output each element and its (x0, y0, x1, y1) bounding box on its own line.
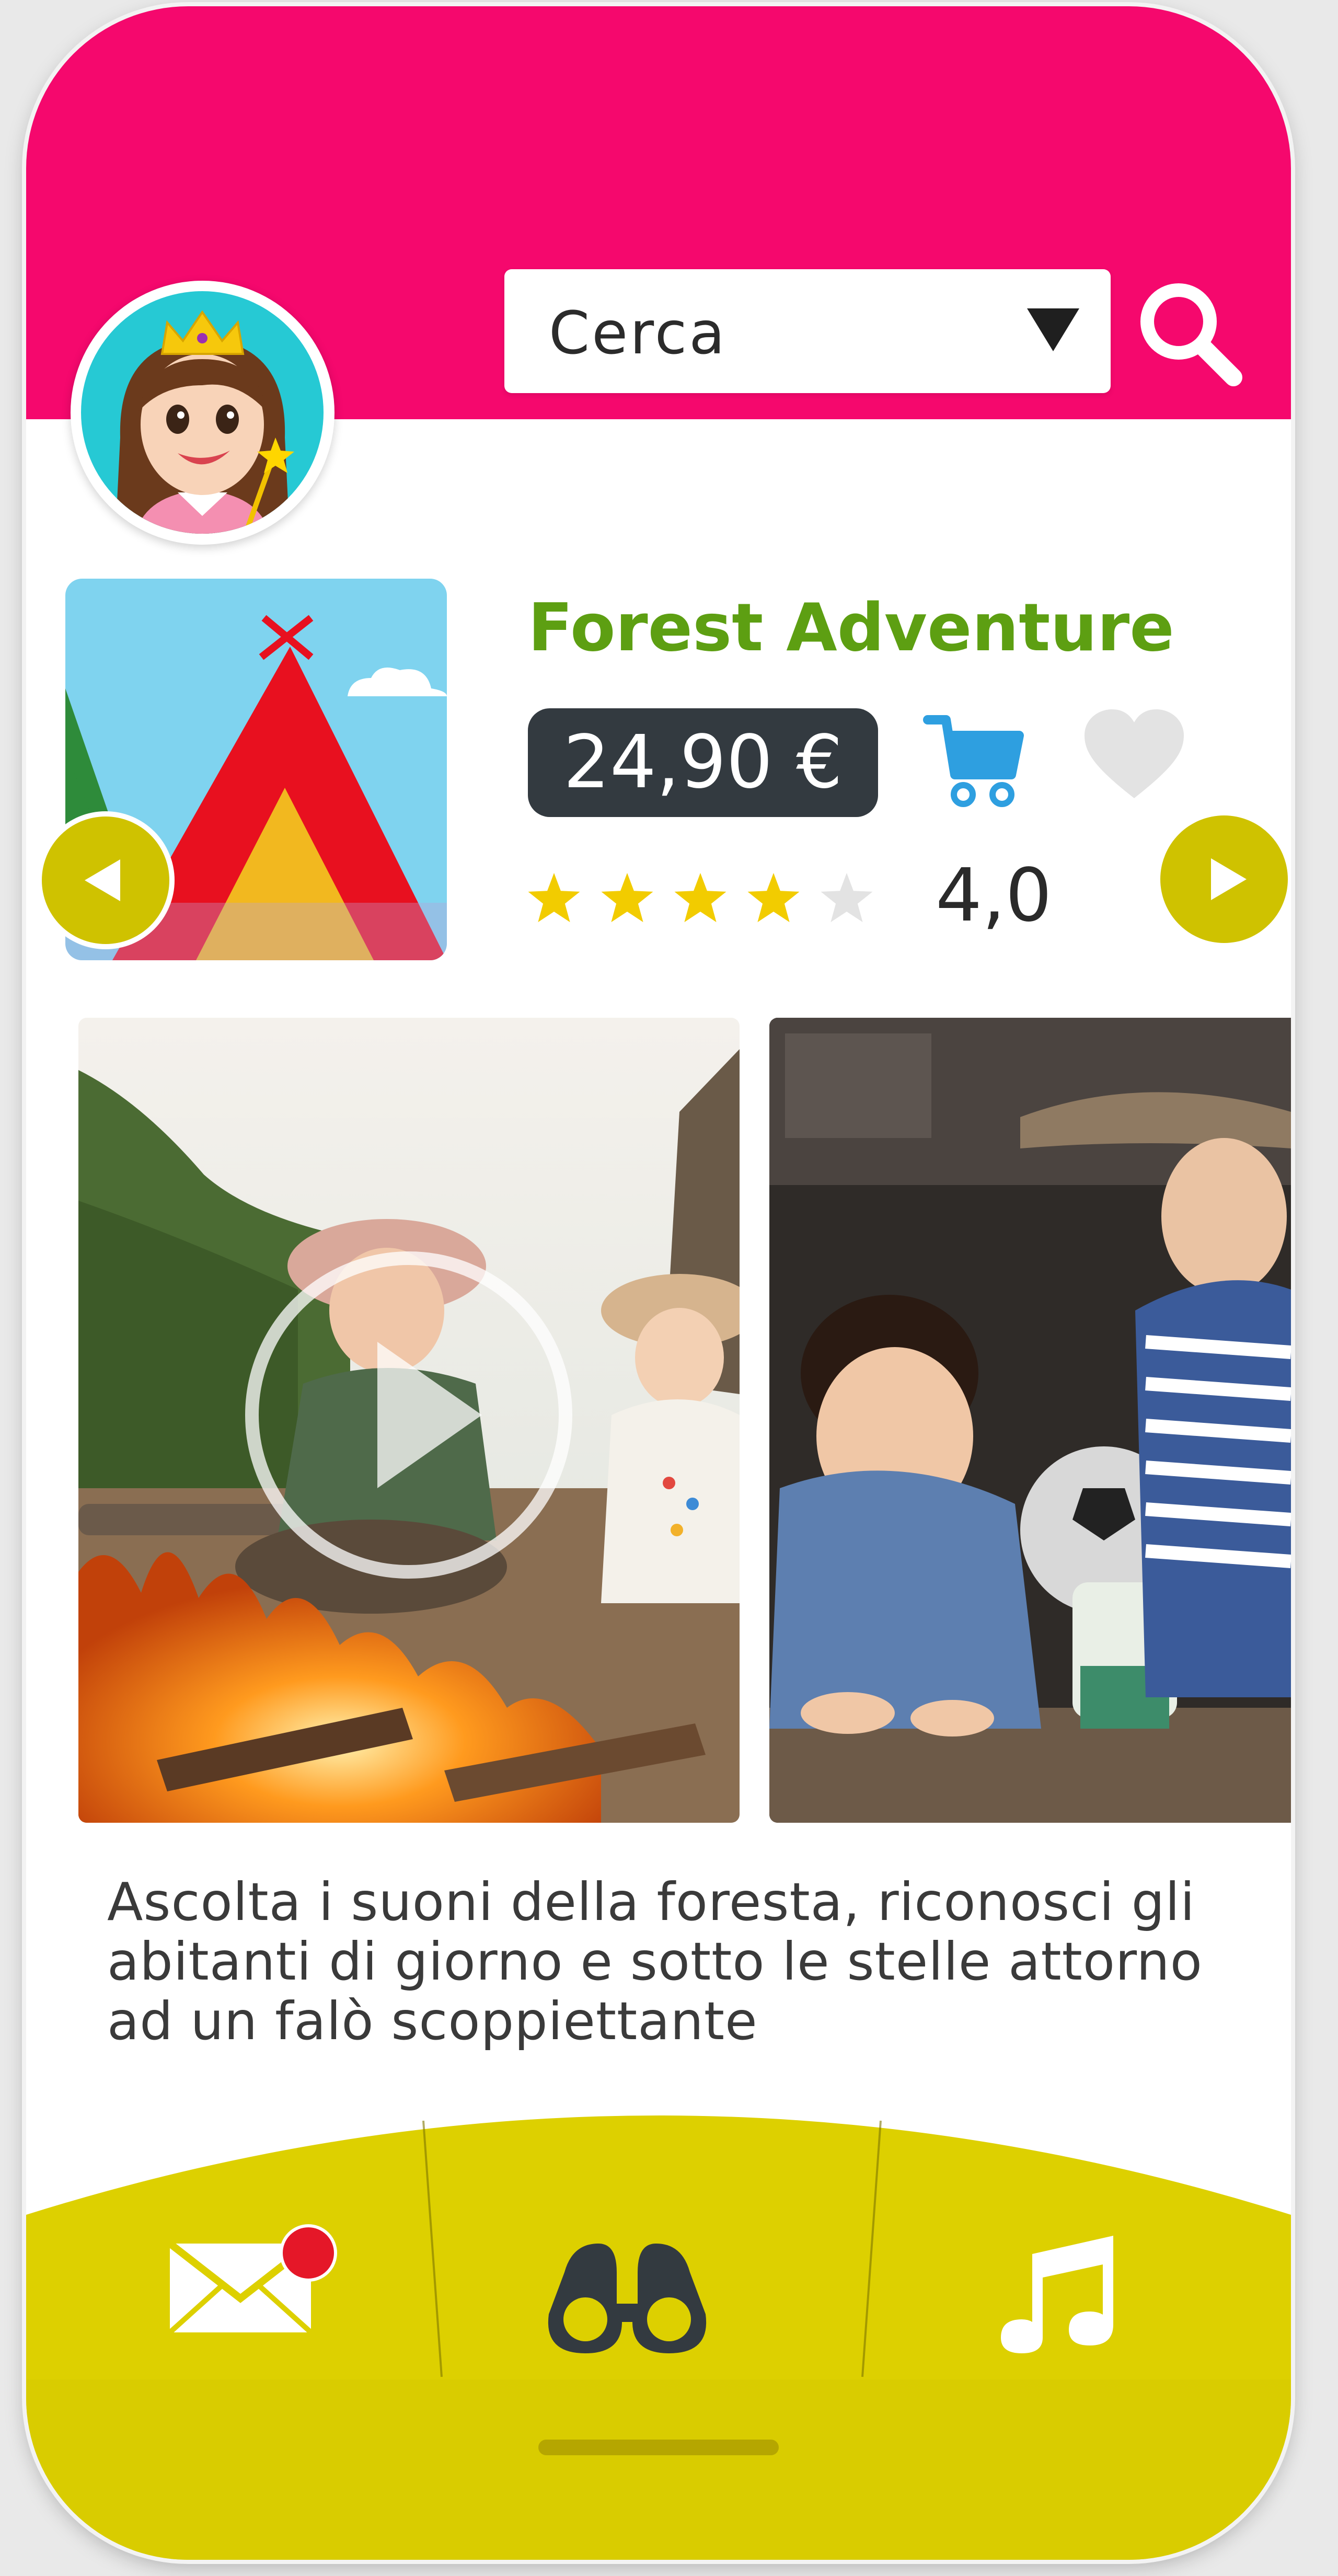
rating-value: 4,0 (936, 853, 1052, 938)
tab-music[interactable] (868, 2100, 1291, 2560)
product-title: Forest Adventure (528, 589, 1174, 666)
search-dropdown[interactable]: Cerca (504, 269, 1111, 393)
music-note-icon (1001, 2236, 1113, 2353)
campfire-photo (78, 1018, 740, 1823)
search-button[interactable] (1132, 275, 1247, 393)
next-button[interactable] (1160, 815, 1288, 943)
gallery-image[interactable] (769, 1018, 1291, 1823)
app-screen: Cerca Forest Adventure 24,90 € 4,0 Ascol… (26, 6, 1291, 2560)
home-indicator[interactable] (538, 2440, 779, 2455)
star-filled-icon (528, 873, 580, 923)
kids-tent-photo (769, 1018, 1291, 1823)
heart-icon (1085, 709, 1184, 798)
star-filled-icon (747, 873, 800, 923)
tab-explore[interactable] (423, 2100, 868, 2560)
tab-messages[interactable] (26, 2100, 423, 2560)
star-empty-icon (821, 873, 873, 923)
arrow-right-icon (1211, 858, 1247, 900)
search-icon (1140, 283, 1242, 386)
favorite-button[interactable] (1082, 707, 1186, 808)
notification-badge (280, 2224, 337, 2282)
rating-stars (528, 873, 873, 923)
princess-avatar-icon (81, 291, 324, 534)
product-description: Ascolta i suoni della foresta, riconosci… (107, 1871, 1203, 2052)
user-avatar[interactable] (71, 281, 334, 545)
price-badge: 24,90 € (528, 708, 878, 817)
search-label: Cerca (549, 300, 727, 367)
star-filled-icon (674, 873, 726, 923)
add-to-cart-button[interactable] (922, 707, 1027, 813)
star-filled-icon (601, 873, 653, 923)
previous-button[interactable] (42, 816, 169, 944)
binoculars-icon (548, 2244, 707, 2353)
cart-icon (923, 715, 1024, 807)
arrow-left-icon (85, 859, 120, 901)
video-thumbnail[interactable] (78, 1018, 740, 1823)
bottom-tab-bar (26, 2100, 1291, 2560)
triangle-down-icon (1027, 308, 1079, 351)
